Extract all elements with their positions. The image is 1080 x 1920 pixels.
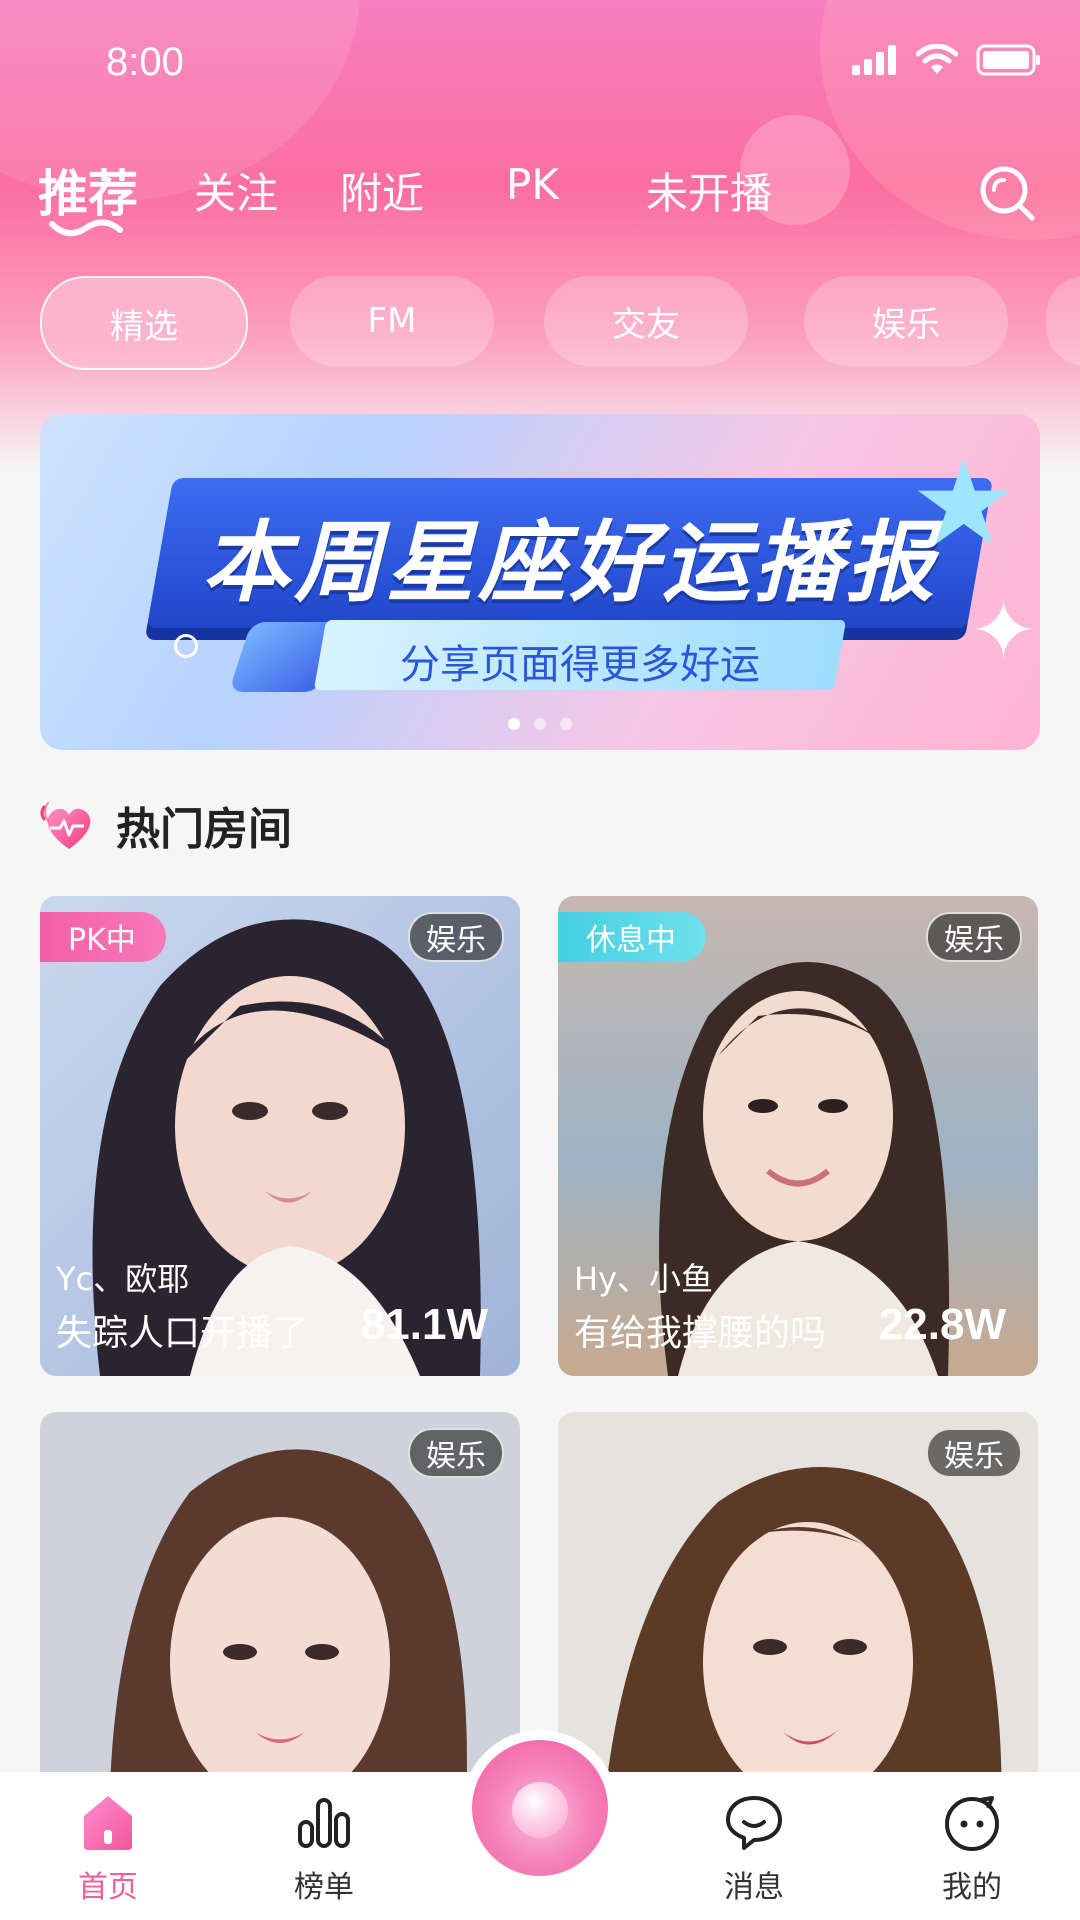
tab-pk[interactable]: PK [506,160,559,209]
chip-more[interactable] [1046,276,1080,366]
start-live-button[interactable] [462,1730,618,1886]
room-host-name: Hy、小鱼 [574,1260,714,1298]
room-tag-badge: 娱乐 [926,912,1022,962]
section-header: 热门房间 [38,790,292,860]
message-icon [726,1796,782,1850]
nav-profile[interactable]: 我的 [912,1792,1032,1906]
nav-ranking-label: 榜单 [294,1870,354,1905]
decor-ring [174,634,198,658]
top-tab-bar: 推荐 关注 附近 PK 未开播 [0,150,1080,260]
sparkle-icon: ✦ [970,584,1038,677]
room-card[interactable]: PK中 娱乐 Yc、欧耶 失踪人口开播了 81.1W [40,896,520,1376]
signal-icon [852,45,896,75]
nav-home[interactable]: 首页 [48,1792,168,1906]
room-card[interactable]: 休息中 娱乐 Hy、小鱼 有给我撑腰的吗 22.8W [558,896,1038,1376]
banner-pagination [40,718,1040,730]
chip-friends[interactable]: 交友 [544,276,748,366]
room-host-name: Yc、欧耶 [56,1260,190,1298]
start-live-button-core [472,1740,608,1876]
room-tag-badge: 娱乐 [408,1428,504,1478]
profile-icon [945,1796,999,1851]
tab-follow[interactable]: 关注 [194,160,278,221]
live-status-badge: PK中 [40,912,166,962]
pagination-dot[interactable] [534,718,546,730]
tab-not-live[interactable]: 未开播 [646,160,772,221]
status-bar: 8:00 [0,0,1080,120]
nav-messages[interactable]: 消息 [694,1792,814,1906]
tab-recommend[interactable]: 推荐 [38,154,138,226]
room-title: 失踪人口开播了 [56,1313,309,1354]
star-icon: ★ [910,434,1018,573]
wifi-icon [916,44,958,74]
heart-icon [40,802,91,849]
chip-fm[interactable]: FM [290,276,494,366]
room-tag-badge: 娱乐 [408,912,504,962]
nav-messages-label: 消息 [724,1870,784,1905]
room-title: 有给我撑腰的吗 [574,1313,827,1354]
nav-ranking[interactable]: 榜单 [264,1792,384,1906]
banner-title: 本周星座好运播报 [201,511,938,614]
room-viewer-count: 22.8W [878,1300,1006,1349]
section-title: 热门房间 [116,804,292,855]
live-status-badge: 休息中 [558,912,706,962]
tab-nearby[interactable]: 附近 [340,160,424,221]
status-time: 8:00 [106,40,184,84]
room-viewer-count: 81.1W [360,1300,488,1349]
ranking-icon [298,1798,350,1848]
category-chips: 精选 FM 交友 娱乐 [0,276,1080,370]
nav-profile-label: 我的 [942,1870,1002,1905]
battery-icon [976,44,1040,76]
banner-subtitle: 分享页面得更多好运 [400,642,760,688]
chip-entertainment[interactable]: 娱乐 [804,276,1008,366]
pagination-dot[interactable] [560,718,572,730]
room-tag-badge: 娱乐 [926,1428,1022,1478]
pagination-dot[interactable] [508,718,520,730]
search-icon[interactable] [978,164,1036,222]
tab-active-indicator [49,219,123,237]
promo-banner[interactable]: 本周星座好运播报 分享页面得更多好运 ★ ✦ [40,414,1040,750]
home-icon [84,1796,132,1850]
chip-featured[interactable]: 精选 [40,276,248,370]
crystal-ball-icon [512,1782,568,1838]
nav-home-label: 首页 [78,1870,138,1905]
